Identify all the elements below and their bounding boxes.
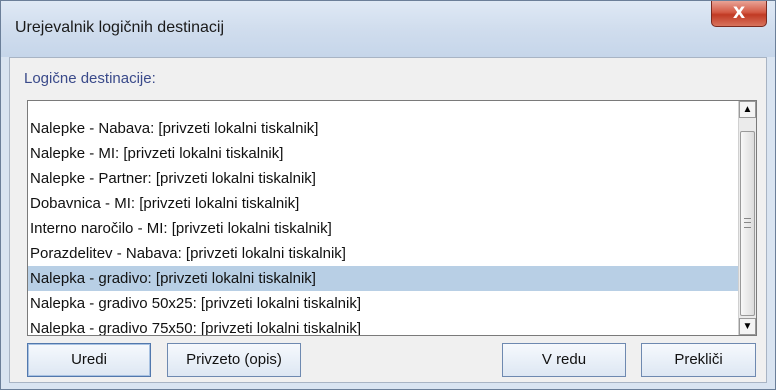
dialog-window: Urejevalnik logičnih destinacij X Logičn… (0, 0, 776, 390)
cancel-button[interactable]: Prekliči (641, 343, 756, 377)
ok-button[interactable]: V redu (502, 343, 626, 377)
window-title: Urejevalnik logičnih destinacij (15, 19, 224, 36)
destinations-list[interactable]: Nalepke - Nabava: [privzeti lokalni tisk… (27, 100, 757, 336)
destinations-label: Logične destinacije: (24, 70, 156, 87)
scroll-down-arrow-icon[interactable]: ▼ (739, 318, 756, 335)
list-item[interactable]: Dobavnica - MI: [privzeti lokalni tiskal… (28, 191, 740, 216)
edit-button[interactable]: Uredi (27, 343, 151, 377)
list-item[interactable]: Interno naročilo - MI: [privzeti lokalni… (28, 216, 740, 241)
list-rows: Nalepke - Nabava: [privzeti lokalni tisk… (28, 101, 740, 335)
dialog-content: Logične destinacije: Nalepke - Nabava: [… (9, 57, 767, 383)
list-item[interactable]: Nalepke - Partner: [privzeti lokalni tis… (28, 166, 740, 191)
default-description-button[interactable]: Privzeto (opis) (167, 343, 301, 377)
scroll-thumb[interactable] (740, 131, 755, 316)
list-item[interactable]: Nalepke - MI: [privzeti lokalni tiskalni… (28, 141, 740, 166)
list-item-selected[interactable]: Nalepka - gradivo: [privzeti lokalni tis… (28, 266, 740, 291)
grip-icon (744, 218, 751, 228)
vertical-scrollbar[interactable]: ▲ ▼ (738, 101, 756, 335)
list-item[interactable]: Porazdelitev - Nabava: [privzeti lokalni… (28, 241, 740, 266)
list-item[interactable]: Nalepke - Nabava: [privzeti lokalni tisk… (28, 116, 740, 141)
list-item[interactable]: Nalepka - gradivo 75x50: [privzeti lokal… (28, 316, 740, 335)
scroll-up-arrow-icon[interactable]: ▲ (739, 101, 756, 118)
close-button[interactable]: X (711, 1, 767, 27)
close-icon: X (732, 3, 746, 22)
title-bar[interactable]: Urejevalnik logičnih destinacij X (1, 1, 775, 57)
list-item-partial[interactable] (28, 101, 740, 116)
list-item[interactable]: Nalepka - gradivo 50x25: [privzeti lokal… (28, 291, 740, 316)
